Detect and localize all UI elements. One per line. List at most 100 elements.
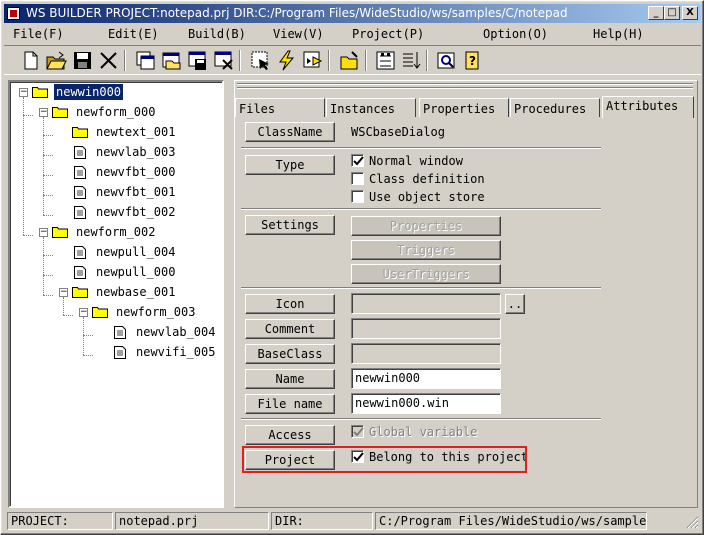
icon-browse-button[interactable]: .. [505,294,525,314]
document-icon [114,326,126,339]
comment-field[interactable] [351,318,501,339]
document-icon [74,166,86,179]
properties-button[interactable]: Properties [351,216,501,236]
document-icon [74,186,86,199]
tab-attributes[interactable]: Attributes [602,96,694,118]
collapse-icon[interactable]: − [79,308,88,317]
icon-button[interactable]: Icon [245,294,335,314]
triggers-button[interactable]: Triggers [351,240,501,260]
project-highlight-box [242,446,527,473]
collapse-icon[interactable]: − [39,228,48,237]
tree-label: newform_002 [76,225,156,239]
cut-icon[interactable] [97,49,120,72]
tree-node-newvlab-003[interactable]: newvlab_003 [10,144,220,162]
menu-build[interactable]: Build(B) [188,27,246,41]
global-variable-label: Global variable [369,425,478,439]
tree-label: newvifi_005 [136,345,216,359]
tree-label: newvlab_003 [96,145,176,159]
collapse-icon[interactable]: − [59,288,68,297]
panel-splitter[interactable] [225,80,232,508]
collapse-icon[interactable]: − [19,88,28,97]
tree-node-newpull-000[interactable]: newpull_000 [10,264,220,282]
menu-bar: File(F) Edit(E) Build(B) View(V) Project… [4,25,701,44]
status-dir-value: C:/Program Files/WideStudio/ws/samples/C… [375,512,647,530]
tab-properties[interactable]: Properties [419,98,509,117]
attributes-form: ClassName WSCbaseDialog Type Normal wind… [241,117,693,505]
attributes-panel: Files Instances Properties Procedures At… [234,80,698,508]
open-folder-icon[interactable] [45,49,68,72]
usertriggers-button[interactable]: UserTriggers [351,264,501,284]
name-button[interactable]: Name [245,369,335,389]
folder-icon [92,307,108,318]
icon-field[interactable] [351,293,501,314]
tab-instances[interactable]: Instances [326,98,416,117]
new-document-icon[interactable] [19,49,42,72]
title-bar[interactable]: WS BUILDER PROJECT:notepad.prj DIR:C:/Pr… [4,4,701,23]
maximize-button[interactable]: □ [664,6,680,20]
project-tree[interactable]: − newwin000 − newform_000 newtext_001 ne… [8,80,224,508]
normal-window-label: Normal window [369,154,463,168]
class-definition-checkbox[interactable] [351,172,364,185]
tree-node-newtext-001[interactable]: newtext_001 [10,124,220,142]
tree-label: newvfbt_000 [96,165,176,179]
new-window-icon[interactable] [134,49,157,72]
grid-icon[interactable] [374,49,397,72]
status-project-value: notepad.prj [115,512,269,530]
tree-node-newvfbt-001[interactable]: newvfbt_001 [10,184,220,202]
open-file-icon[interactable] [338,49,361,72]
search-icon[interactable] [435,49,458,72]
build-icon[interactable] [275,49,298,72]
global-variable-checkbox[interactable] [351,425,364,438]
filename-button[interactable]: File name [245,394,335,414]
close-button[interactable]: X [682,6,698,20]
collapse-icon[interactable]: − [39,108,48,117]
resize-grip-icon[interactable] [685,515,699,529]
menu-file[interactable]: File(F) [13,27,64,41]
normal-window-checkbox[interactable] [351,154,364,167]
run-icon[interactable] [301,49,324,72]
tree-label: newvfbt_001 [96,185,176,199]
access-button[interactable]: Access [245,425,335,445]
menu-edit[interactable]: Edit(E) [108,27,159,41]
classname-value: WSCbaseDialog [351,125,445,139]
tree-node-newvfbt-002[interactable]: newvfbt_002 [10,204,220,222]
tree-node-newform-002[interactable]: − newform_002 [10,224,220,242]
help-icon[interactable]: ? [461,49,484,72]
tree-node-newwin000[interactable]: − newwin000 [10,84,220,102]
tree-label: newform_000 [76,105,156,119]
menu-help[interactable]: Help(H) [593,27,644,41]
baseclass-field[interactable] [351,343,501,364]
save-window-icon[interactable] [186,49,209,72]
use-object-store-checkbox[interactable] [351,190,364,203]
tree-node-newvfbt-000[interactable]: newvfbt_000 [10,164,220,182]
settings-button[interactable]: Settings [245,215,335,235]
tree-label: newpull_004 [96,245,176,259]
baseclass-button[interactable]: BaseClass [245,344,335,364]
tab-procedures[interactable]: Procedures [510,98,600,117]
tree-node-newvlab-004[interactable]: newvlab_004 [10,324,220,342]
save-disk-icon[interactable] [71,49,94,72]
tree-label: newtext_001 [96,125,176,139]
type-button[interactable]: Type [245,155,335,175]
select-tool-icon[interactable] [249,49,272,72]
minimize-button[interactable]: _ [648,6,664,20]
filename-field[interactable]: newwin000.win [351,393,501,414]
tree-node-newvifi-005[interactable]: newvifi_005 [10,344,220,362]
tree-node-newform-000[interactable]: − newform_000 [10,104,220,122]
folder-icon [52,107,68,118]
tree-node-newform-003[interactable]: − newform_003 [10,304,220,322]
menu-view[interactable]: View(V) [273,27,324,41]
comment-button[interactable]: Comment [245,319,335,339]
menu-option[interactable]: Option(O) [483,27,548,41]
tree-node-newbase-001[interactable]: − newbase_001 [10,284,220,302]
tab-files[interactable]: Files [235,98,325,117]
open-window-icon[interactable] [160,49,183,72]
tree-node-newpull-004[interactable]: newpull_004 [10,244,220,262]
align-icon[interactable] [400,49,423,72]
close-window-icon[interactable] [212,49,235,72]
name-field[interactable]: newwin000 [351,368,501,389]
menu-project[interactable]: Project(P) [352,27,424,41]
tree-label: newvfbt_002 [96,205,176,219]
classname-button[interactable]: ClassName [245,122,335,142]
svg-text:?: ? [469,54,476,68]
